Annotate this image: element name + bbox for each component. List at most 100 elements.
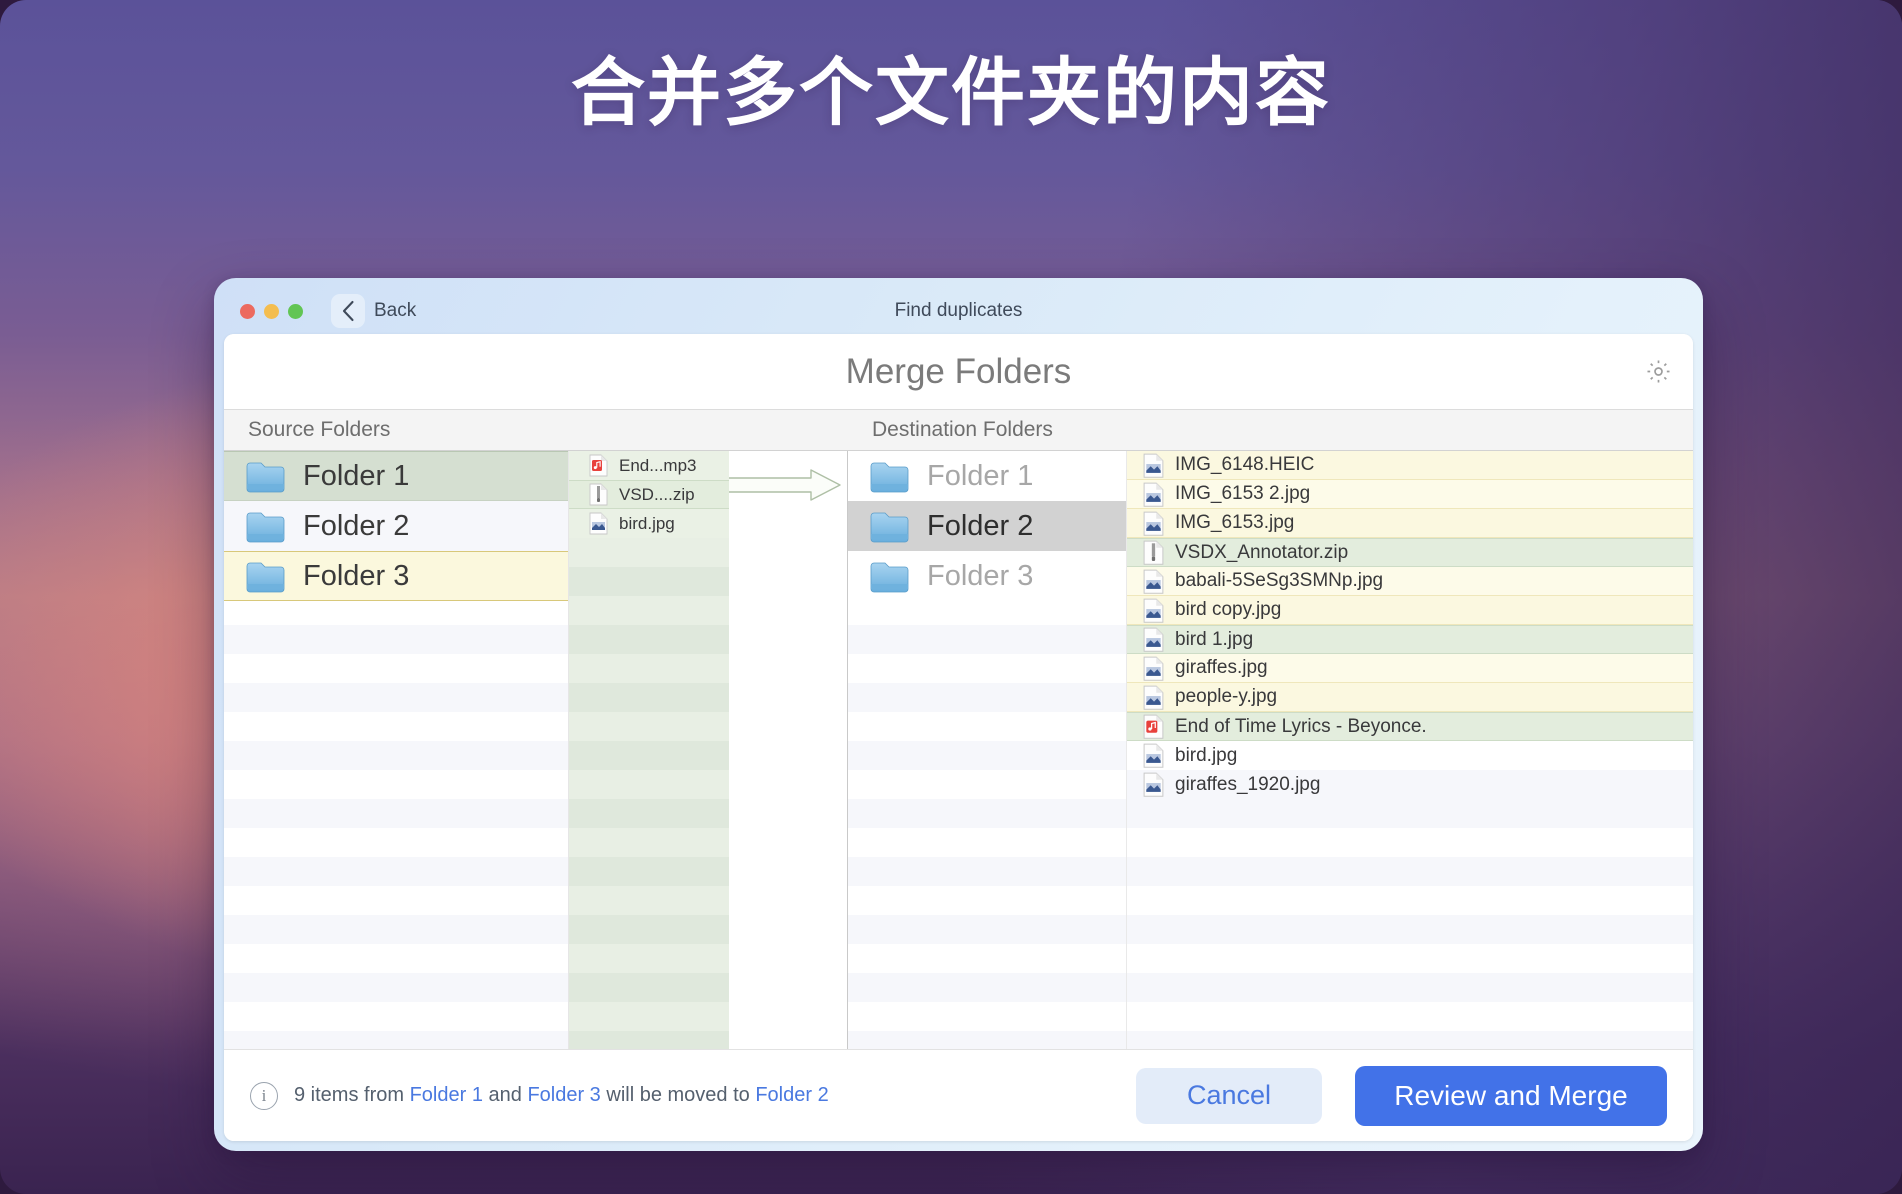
sheet-header: Merge Folders bbox=[224, 334, 1693, 409]
destination-file-name: bird copy.jpg bbox=[1175, 599, 1281, 621]
destination-file-row[interactable]: bird copy.jpg bbox=[1127, 596, 1693, 625]
image-file-icon bbox=[1143, 685, 1164, 710]
source-files-list[interactable]: End...mp3 VSD....zip bird.jpg bbox=[569, 451, 729, 1049]
destination-file-row[interactable]: IMG_6153 2.jpg bbox=[1127, 480, 1693, 509]
status-part-1: 9 items from bbox=[294, 1084, 410, 1106]
destination-file-row[interactable]: babali-5SeSg3SMNp.jpg bbox=[1127, 567, 1693, 596]
image-file-icon bbox=[1143, 743, 1164, 768]
image-file-icon bbox=[1143, 453, 1164, 478]
folder-icon bbox=[246, 510, 286, 543]
source-file-name: bird.jpg bbox=[619, 514, 675, 534]
destination-file-name: VSDX_Annotator.zip bbox=[1175, 542, 1348, 564]
back-button[interactable]: Back bbox=[331, 294, 416, 328]
destination-folders-header: Destination Folders bbox=[848, 410, 1693, 450]
move-arrow-right-icon bbox=[729, 467, 843, 503]
zoom-window-button[interactable] bbox=[288, 304, 303, 319]
destination-file-name: bird 1.jpg bbox=[1175, 629, 1253, 651]
image-file-icon bbox=[1143, 772, 1164, 797]
audio-file-icon bbox=[589, 454, 608, 477]
chevron-left-icon bbox=[331, 294, 365, 328]
zebra-stripes-source-files bbox=[569, 451, 729, 1049]
archive-file-icon bbox=[1143, 540, 1164, 565]
column-header-bar: Source Folders Destination Folders bbox=[224, 409, 1693, 451]
destination-file-name: IMG_6153 2.jpg bbox=[1175, 483, 1310, 505]
status-part-2: and bbox=[483, 1084, 527, 1106]
status-folder-ref-1: Folder 1 bbox=[410, 1084, 483, 1106]
cancel-button[interactable]: Cancel bbox=[1136, 1068, 1322, 1124]
destination-files-list[interactable]: IMG_6148.HEIC IMG_6153 2.jpg IMG_6153.jpg V… bbox=[1127, 451, 1693, 1049]
source-folders-header: Source Folders bbox=[224, 410, 848, 450]
source-file-row[interactable]: VSD....zip bbox=[569, 480, 729, 509]
close-window-button[interactable] bbox=[240, 304, 255, 319]
folder-icon bbox=[246, 460, 286, 493]
window-titlebar: Back Find duplicates bbox=[224, 288, 1693, 334]
destination-file-name: people-y.jpg bbox=[1175, 686, 1277, 708]
source-file-row[interactable]: bird.jpg bbox=[569, 509, 729, 538]
destination-file-name: babali-5SeSg3SMNp.jpg bbox=[1175, 570, 1383, 592]
review-and-merge-button[interactable]: Review and Merge bbox=[1355, 1066, 1667, 1126]
destination-file-row[interactable]: VSDX_Annotator.zip bbox=[1127, 538, 1693, 567]
info-icon: i bbox=[250, 1082, 278, 1110]
window-title-text: Find duplicates bbox=[895, 300, 1023, 321]
source-folder-name: Folder 1 bbox=[303, 460, 409, 493]
destination-folder-row[interactable]: Folder 3 bbox=[848, 551, 1126, 601]
source-file-name: VSD....zip bbox=[619, 485, 695, 505]
source-folder-row[interactable]: Folder 2 bbox=[224, 501, 568, 551]
destination-folder-name: Folder 2 bbox=[927, 510, 1033, 543]
destination-file-row[interactable]: bird 1.jpg bbox=[1127, 625, 1693, 654]
status-folder-ref-3: Folder 2 bbox=[755, 1084, 828, 1106]
source-folder-name: Folder 2 bbox=[303, 510, 409, 543]
source-folders-list[interactable]: Folder 1 Folder 2 Folder 3 bbox=[224, 451, 569, 1049]
status-folder-ref-2: Folder 3 bbox=[527, 1084, 600, 1106]
gear-icon[interactable] bbox=[1643, 357, 1673, 387]
destination-file-row[interactable]: people-y.jpg bbox=[1127, 683, 1693, 712]
destination-folders-list[interactable]: Folder 1 Folder 2 Folder 3 bbox=[848, 451, 1127, 1049]
image-file-icon bbox=[1143, 656, 1164, 681]
destination-file-name: IMG_6148.HEIC bbox=[1175, 454, 1314, 476]
back-button-label: Back bbox=[374, 300, 416, 322]
source-file-name: End...mp3 bbox=[619, 456, 697, 476]
promo-headline: 合并多个文件夹的内容 bbox=[0, 56, 1902, 130]
destination-file-row[interactable]: IMG_6153.jpg bbox=[1127, 509, 1693, 538]
image-file-icon bbox=[1143, 511, 1164, 536]
destination-file-row[interactable]: bird.jpg bbox=[1127, 741, 1693, 770]
folder-icon bbox=[246, 560, 286, 593]
destination-file-name: giraffes_1920.jpg bbox=[1175, 774, 1320, 796]
destination-folder-row[interactable]: Folder 2 bbox=[848, 501, 1126, 551]
destination-file-name: End of Time Lyrics - Beyonce. bbox=[1175, 716, 1427, 738]
source-folder-name: Folder 3 bbox=[303, 560, 409, 593]
folder-icon bbox=[870, 510, 910, 543]
merge-panes: Folder 1 Folder 2 Folder 3 bbox=[224, 451, 1693, 1049]
merge-direction-pane bbox=[729, 451, 848, 1049]
audio-file-icon bbox=[1143, 714, 1164, 739]
image-file-icon bbox=[1143, 482, 1164, 507]
merge-sheet: Merge Folders Source Folders Destination… bbox=[224, 334, 1693, 1141]
sheet-footer: i 9 items from Folder 1 and Folder 3 wil… bbox=[224, 1049, 1693, 1141]
image-file-icon bbox=[1143, 598, 1164, 623]
status-part-3: will be moved to bbox=[601, 1084, 756, 1106]
destination-folder-name: Folder 3 bbox=[927, 560, 1033, 593]
destination-folder-row[interactable]: Folder 1 bbox=[848, 451, 1126, 501]
status-text: 9 items from Folder 1 and Folder 3 will … bbox=[294, 1084, 829, 1107]
source-folder-row[interactable]: Folder 3 bbox=[224, 551, 568, 601]
destination-file-row[interactable]: giraffes.jpg bbox=[1127, 654, 1693, 683]
image-file-icon bbox=[1143, 569, 1164, 594]
folder-icon bbox=[870, 560, 910, 593]
image-file-icon bbox=[1143, 627, 1164, 652]
window-title: Find duplicates bbox=[224, 300, 1693, 322]
destination-file-name: IMG_6153.jpg bbox=[1175, 512, 1294, 534]
archive-file-icon bbox=[589, 483, 608, 506]
app-window: Back Find duplicates Merge Folders Sourc… bbox=[214, 278, 1703, 1151]
destination-file-row[interactable]: IMG_6148.HEIC bbox=[1127, 451, 1693, 480]
destination-file-name: giraffes.jpg bbox=[1175, 657, 1268, 679]
destination-file-row[interactable]: End of Time Lyrics - Beyonce. bbox=[1127, 712, 1693, 741]
destination-folder-name: Folder 1 bbox=[927, 460, 1033, 493]
destination-file-name: bird.jpg bbox=[1175, 745, 1237, 767]
destination-file-row[interactable]: giraffes_1920.jpg bbox=[1127, 770, 1693, 799]
traffic-light-buttons[interactable] bbox=[240, 304, 303, 319]
source-file-row[interactable]: End...mp3 bbox=[569, 451, 729, 480]
source-folder-row[interactable]: Folder 1 bbox=[224, 451, 568, 501]
minimize-window-button[interactable] bbox=[264, 304, 279, 319]
image-file-icon bbox=[589, 512, 608, 535]
page-title: Merge Folders bbox=[846, 352, 1072, 392]
